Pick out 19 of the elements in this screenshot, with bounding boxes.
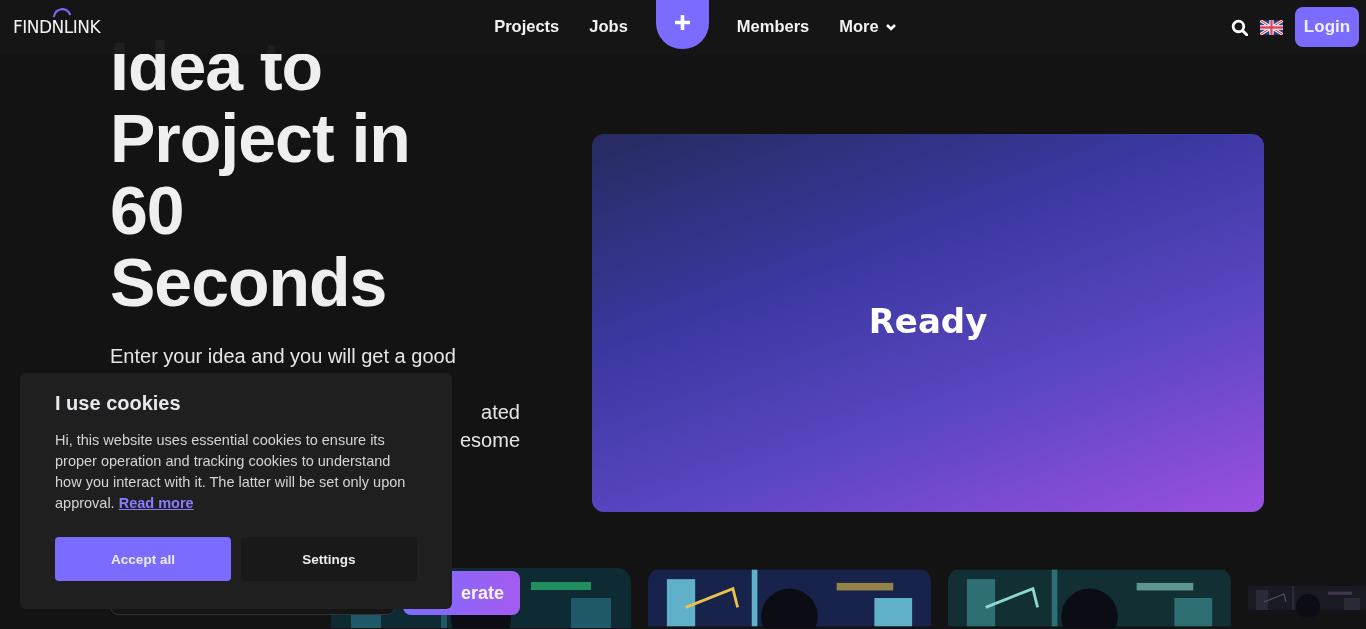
cookie-text: Hi, this website uses essential cookies to ensure its proper operation and tracking cookies to understand how you interact with it. The latter will be set only upon approval. Read more (55, 431, 407, 513)
nav-dropdown[interactable]: More (824, 0, 912, 53)
nav-link[interactable]: Members (721, 0, 825, 53)
flag-icon[interactable] (1260, 19, 1283, 35)
settings-button[interactable]: Settings (241, 537, 417, 581)
add-button[interactable] (655, 0, 709, 49)
nav-link[interactable]: Projects (479, 0, 575, 53)
description-fragment: ated (481, 400, 520, 425)
cookie-title: I use cookies (55, 392, 182, 415)
nav-link[interactable]: Jobs (574, 0, 643, 53)
read-more-link[interactable]: Read more (118, 495, 194, 511)
logo[interactable]: FINDNLINK (13, 17, 101, 37)
search-icon[interactable] (1231, 18, 1248, 36)
hero-title: Idea to Project in 60 Seconds (110, 30, 411, 318)
hero-description: Enter your idea and you will get a good (110, 344, 457, 369)
video-status: Ready (868, 301, 988, 341)
plus-icon (674, 15, 690, 30)
logo-swoosh-icon (51, 6, 73, 18)
description-fragment: esome (459, 428, 520, 453)
